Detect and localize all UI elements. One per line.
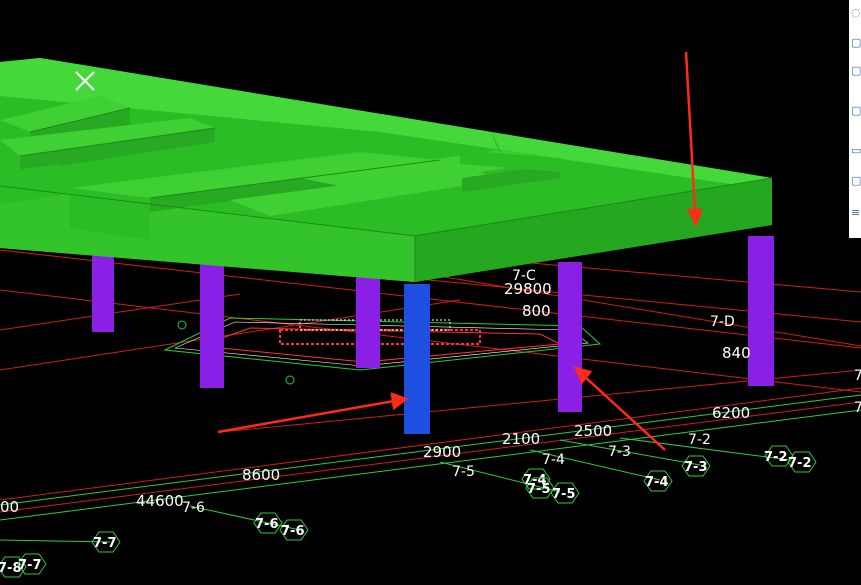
svg-text:7-2: 7-2	[764, 450, 788, 465]
dimension-label: 44600	[136, 492, 184, 510]
grid-label: 7-2	[688, 432, 711, 448]
svg-text:7-6: 7-6	[255, 517, 279, 532]
axis-bubble: 7-4	[643, 470, 673, 492]
3d-viewport[interactable]: 29800 800 840 6200 2900 2100 2500 8600 4…	[0, 0, 861, 581]
dimension-label: 00	[0, 498, 19, 516]
svg-text:7-7: 7-7	[18, 558, 42, 573]
zoom-icon[interactable]: ▢	[851, 36, 861, 50]
highlighted-column	[404, 284, 430, 434]
dimension-label: 6200	[712, 404, 750, 422]
view-toolbar: ◌ ▢ ▢ ▢ ▭ ▢ ≡	[849, 0, 861, 238]
svg-text:7-5: 7-5	[527, 482, 551, 497]
axis-bubble: 7-5	[550, 482, 580, 504]
layer-icon[interactable]: ▭	[851, 144, 861, 158]
cad-floor-drawing	[163, 317, 602, 385]
svg-text:7-3: 7-3	[684, 460, 708, 475]
list-icon[interactable]: ≡	[851, 206, 861, 220]
beam-structure	[0, 58, 773, 282]
dimension-label: 8600	[242, 466, 280, 484]
grid-label: 7-5	[452, 464, 475, 480]
close-button[interactable]	[72, 68, 98, 94]
svg-text:7-6: 7-6	[281, 524, 305, 539]
column	[558, 262, 582, 412]
svg-text:7-7: 7-7	[93, 536, 117, 551]
grid-label: 7-6	[182, 500, 205, 516]
dimension-label: 2900	[423, 443, 461, 461]
settings-icon[interactable]: ▢	[851, 174, 861, 188]
view-cube-icon[interactable]: ▢	[851, 104, 861, 118]
axis-bubble: 7-3	[681, 455, 711, 477]
axis-bubble: 7-6	[253, 512, 283, 534]
axis-bubble: 7-7	[17, 553, 47, 575]
svg-text:7-4: 7-4	[645, 475, 669, 490]
grid-label: 7-D	[710, 314, 735, 330]
grid-lines-red	[0, 249, 861, 513]
grid-label: 7-3	[608, 444, 631, 460]
grid-label: 7-C	[512, 268, 536, 284]
orbit-icon[interactable]: ◌	[851, 6, 861, 20]
axis-bubbles: 7-2 7-2 7-3 7-4 7-4 7-5 7-5 7-6 7-6 7-7 …	[0, 445, 817, 578]
axis-bubble: 7-6	[279, 519, 309, 541]
grid-label: 7	[854, 368, 861, 384]
grid-label: 7-4	[542, 452, 565, 468]
axis-bubble: 7-7	[91, 531, 121, 553]
close-icon	[75, 71, 95, 91]
dimension-label: 840	[722, 344, 751, 362]
column	[748, 236, 774, 386]
svg-text:7-5: 7-5	[552, 487, 576, 502]
box-icon[interactable]: ▢	[851, 64, 861, 78]
dimension-label: 2100	[502, 430, 540, 448]
dimension-label: 800	[522, 302, 551, 320]
grid-label: 7	[854, 400, 861, 416]
dimension-label: 2500	[574, 422, 612, 440]
svg-text:7-2: 7-2	[788, 456, 812, 471]
